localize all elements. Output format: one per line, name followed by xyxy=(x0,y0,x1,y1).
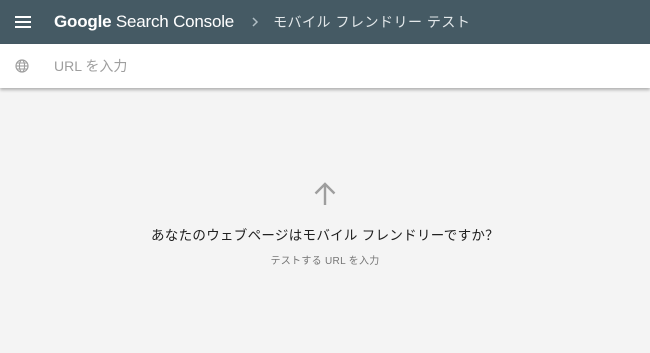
brand-product-text: Search Console xyxy=(115,12,235,31)
breadcrumb-current-page: モバイル フレンドリー テスト xyxy=(273,14,471,30)
empty-state-subtitle: テストする URL を入力 xyxy=(270,256,380,267)
empty-state: あなたのウェブページはモバイル フレンドリーですか？ テストする URL を入力 xyxy=(0,180,650,267)
chevron-right-icon xyxy=(252,17,259,27)
url-input-bar xyxy=(0,44,650,88)
arrow-up-icon xyxy=(314,182,336,205)
brand-google-text: Google xyxy=(54,12,112,31)
globe-icon xyxy=(0,44,44,88)
main-menu-button[interactable] xyxy=(0,0,46,44)
hamburger-menu-icon xyxy=(15,16,31,28)
empty-state-title: あなたのウェブページはモバイル フレンドリーですか？ xyxy=(151,228,499,243)
url-input[interactable] xyxy=(54,58,614,74)
product-logo[interactable]: Google Search Console xyxy=(54,12,234,32)
top-app-bar: Google Search Console モバイル フレンドリー テスト xyxy=(0,0,650,44)
